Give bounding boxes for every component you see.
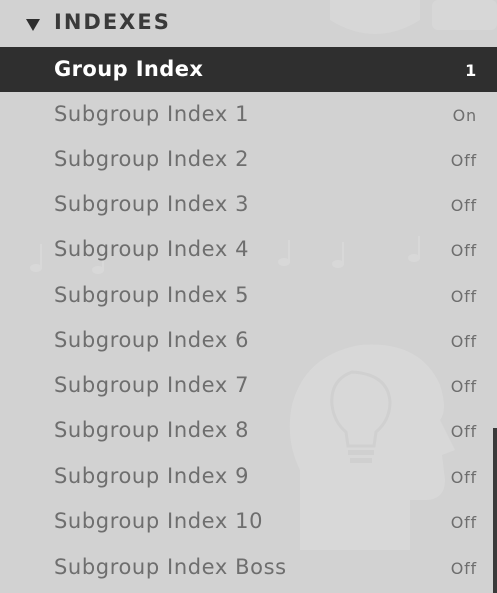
indexes-section-header[interactable]: INDEXES [0,0,497,46]
row-label: Subgroup Index 3 [54,192,250,216]
row-label: Subgroup Index 7 [54,373,250,397]
row-value: Off [450,513,477,532]
row-value: Off [450,422,477,441]
row-label: Subgroup Index 9 [54,464,250,488]
row-subgroup-index-9[interactable]: Subgroup Index 9 Off [0,454,497,499]
row-value: Off [450,196,477,215]
row-subgroup-index-3[interactable]: Subgroup Index 3 Off [0,182,497,227]
row-value: Off [450,377,477,396]
scrollbar-thumb[interactable] [493,428,497,593]
row-label: Group Index [54,57,204,81]
row-value: Off [450,468,477,487]
row-value: Off [450,332,477,351]
row-value: Off [450,241,477,260]
row-label: Subgroup Index 6 [54,328,250,352]
row-label: Subgroup Index 1 [54,102,250,126]
row-subgroup-index-7[interactable]: Subgroup Index 7 Off [0,363,497,408]
row-label: Subgroup Index 8 [54,418,250,442]
row-label: Subgroup Index 10 [54,509,264,533]
row-label: Subgroup Index Boss [54,555,287,579]
row-value: On [452,106,477,125]
row-subgroup-index-8[interactable]: Subgroup Index 8 Off [0,408,497,453]
row-value: Off [450,559,477,578]
row-label: Subgroup Index 4 [54,237,250,261]
row-label: Subgroup Index 2 [54,147,250,171]
row-value: 1 [465,61,477,80]
section-title: INDEXES [54,10,171,34]
triangle-down-icon[interactable] [26,19,40,31]
row-subgroup-index-6[interactable]: Subgroup Index 6 Off [0,318,497,363]
row-subgroup-index-boss[interactable]: Subgroup Index Boss Off [0,545,497,590]
row-subgroup-index-4[interactable]: Subgroup Index 4 Off [0,227,497,272]
row-group-index[interactable]: Group Index 1 [0,47,497,92]
scrollbar-track[interactable] [493,0,497,593]
indexes-panel: INDEXES Group Index 1 Subgroup Index 1 O… [0,0,497,593]
row-subgroup-index-1[interactable]: Subgroup Index 1 On [0,92,497,137]
row-label: Subgroup Index 5 [54,283,250,307]
row-subgroup-index-2[interactable]: Subgroup Index 2 Off [0,137,497,182]
row-subgroup-index-10[interactable]: Subgroup Index 10 Off [0,499,497,544]
row-value: Off [450,287,477,306]
row-value: Off [450,151,477,170]
row-subgroup-index-5[interactable]: Subgroup Index 5 Off [0,273,497,318]
